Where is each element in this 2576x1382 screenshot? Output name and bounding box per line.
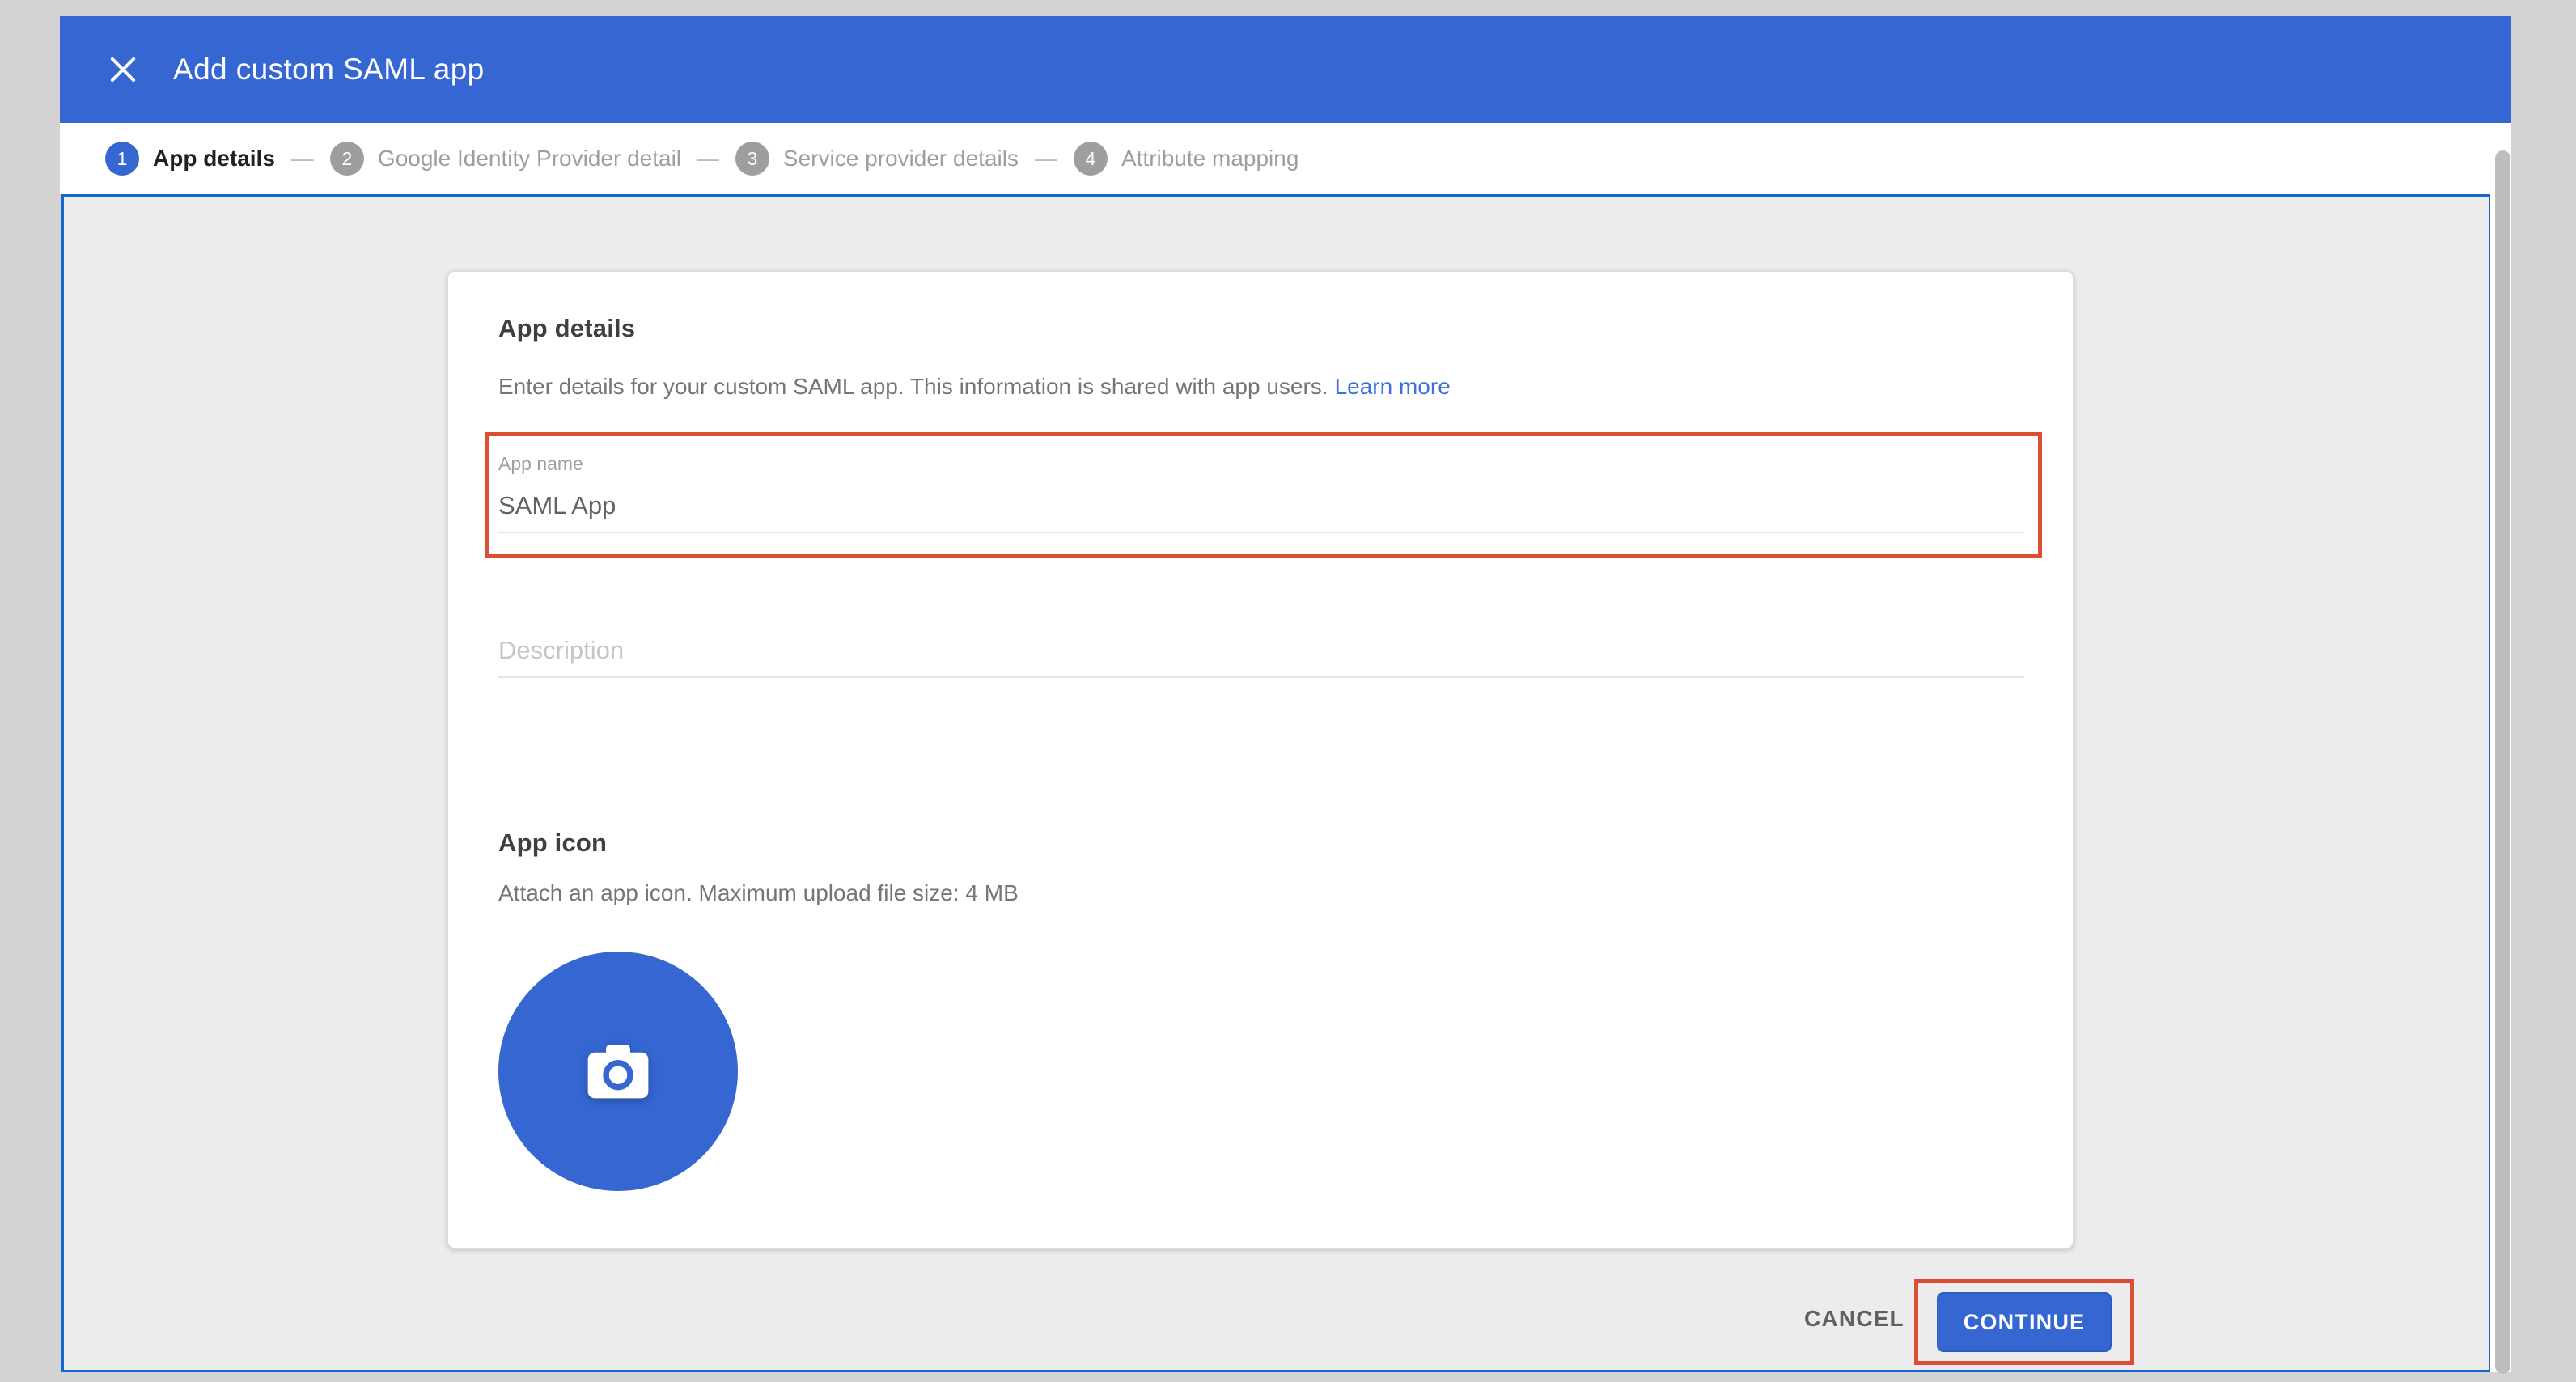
cancel-button[interactable]: CANCEL	[1793, 1298, 1916, 1340]
learn-more-link[interactable]: Learn more	[1335, 374, 1451, 399]
step-3-label: Service provider details	[783, 146, 1019, 172]
step-3-circle: 3	[735, 142, 769, 176]
card-section-description: Enter details for your custom SAML app. …	[498, 374, 1451, 400]
dialog-header: Add custom SAML app	[60, 16, 2511, 123]
app-name-input[interactable]	[498, 486, 2024, 533]
scrollbar-thumb[interactable]	[2495, 150, 2510, 1374]
step-1-circle: 1	[105, 142, 139, 176]
description-text: Enter details for your custom SAML app. …	[498, 374, 1328, 399]
step-1-label: App details	[153, 146, 275, 172]
continue-button[interactable]: CONTINUE	[1937, 1292, 2112, 1352]
step-4-label: Attribute mapping	[1121, 146, 1299, 172]
step-separator: —	[697, 146, 719, 172]
wizard-stepper: 1 App details — 2 Google Identity Provid…	[60, 123, 2511, 194]
wizard-content-area: App details Enter details for your custo…	[61, 194, 2492, 1372]
step-2-circle: 2	[330, 142, 364, 176]
step-separator: —	[291, 146, 314, 172]
step-google-idp-details[interactable]: 2 Google Identity Provider details	[330, 142, 680, 176]
step-app-details[interactable]: 1 App details	[105, 142, 275, 176]
app-icon-upload-button[interactable]	[498, 952, 738, 1191]
step-separator: —	[1035, 146, 1057, 172]
dialog-title: Add custom SAML app	[173, 53, 485, 87]
close-x-icon	[106, 53, 140, 87]
app-details-card: App details Enter details for your custo…	[447, 270, 2074, 1249]
photo-camera-icon	[587, 1043, 650, 1100]
app-name-label: App name	[498, 453, 2024, 475]
step-4-circle: 4	[1074, 142, 1108, 176]
description-field	[498, 625, 2024, 678]
card-section-title: App details	[498, 314, 635, 343]
app-icon-title: App icon	[498, 829, 607, 858]
step-2-label: Google Identity Provider details	[378, 146, 680, 172]
app-icon-description: Attach an app icon. Maximum upload file …	[498, 880, 1019, 906]
screen: Add custom SAML app 1 App details — 2 Go…	[0, 0, 2576, 1382]
step-attribute-mapping[interactable]: 4 Attribute mapping	[1074, 142, 1299, 176]
step-service-provider-details[interactable]: 3 Service provider details	[735, 142, 1019, 176]
close-icon[interactable]	[104, 50, 142, 89]
description-input[interactable]	[498, 625, 2024, 678]
app-name-field: App name	[498, 453, 2024, 533]
